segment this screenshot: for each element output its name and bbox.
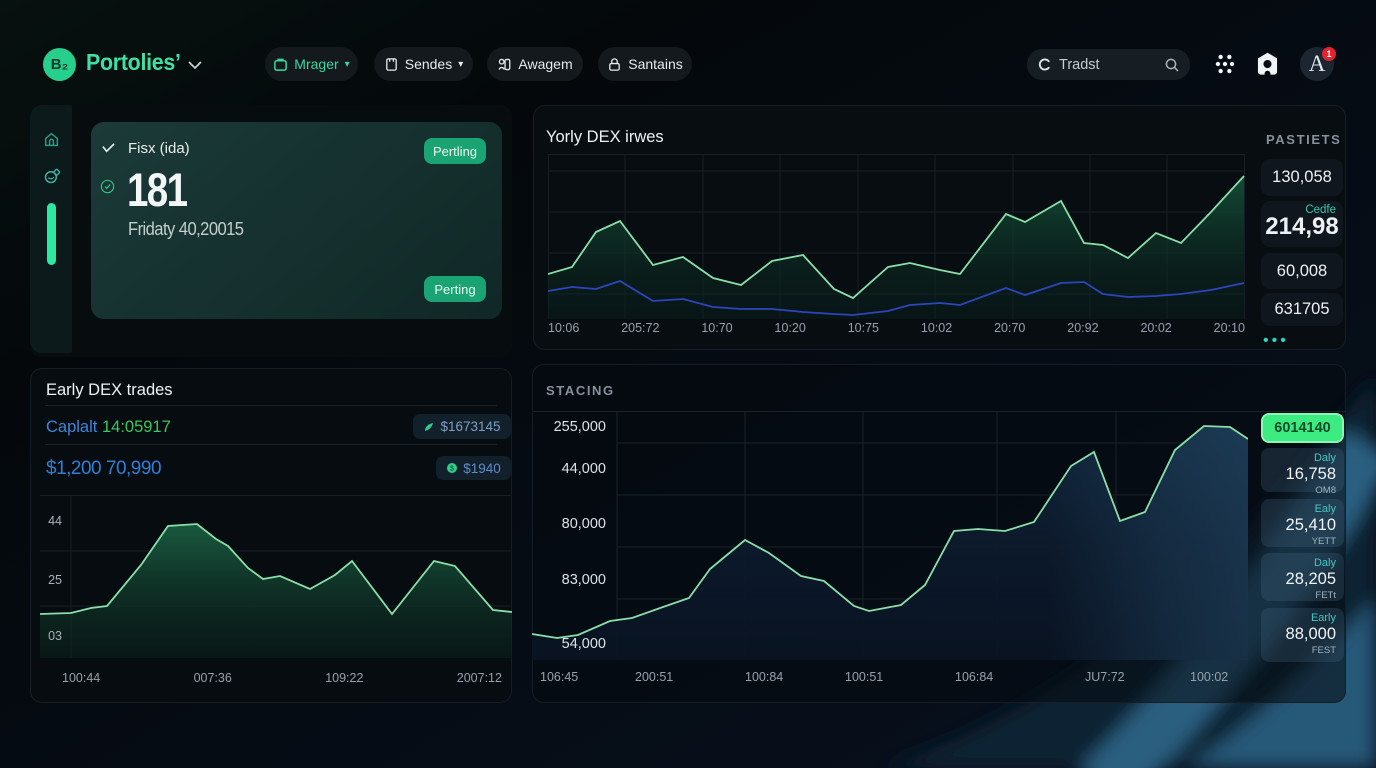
svg-text:$: $ bbox=[450, 466, 454, 473]
